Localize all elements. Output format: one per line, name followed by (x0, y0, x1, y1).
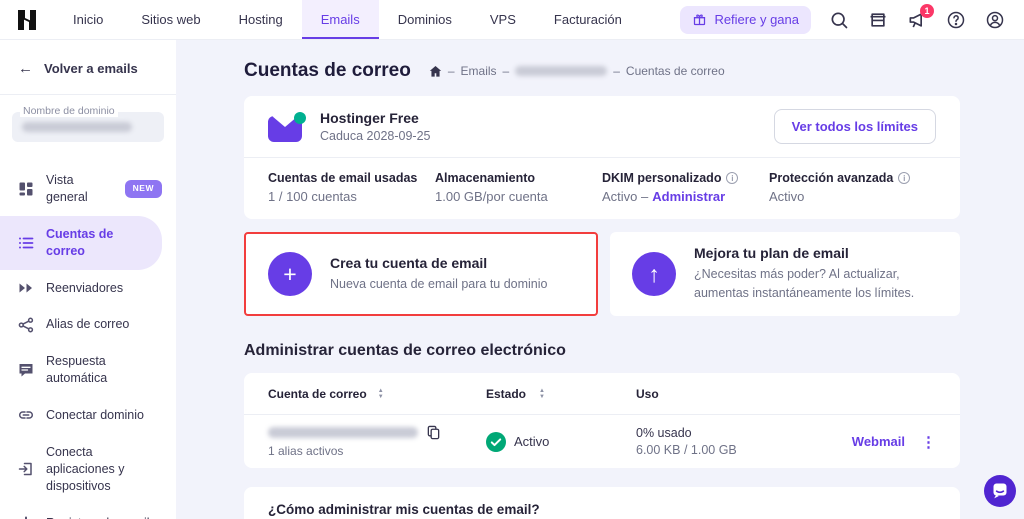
active-status-dot (294, 111, 306, 124)
list-icon (18, 235, 34, 251)
chat-widget-button[interactable] (984, 475, 1016, 507)
topbar-actions: Refiere y gana 1 (680, 0, 1024, 39)
view-all-limits-button[interactable]: Ver todos los límites (773, 109, 936, 144)
page-title: Cuentas de correo (244, 60, 411, 81)
nav-item-sitios-web[interactable]: Sitios web (122, 0, 219, 39)
table-header-row: Cuenta de correo ▲ ▼ Estado ▲ ▼ Uso (244, 373, 960, 414)
nav-item-emails[interactable]: Emails (301, 0, 379, 39)
usage-percent: 0% usado (636, 426, 692, 440)
sidebar: ← Volver a emails Nombre de dominio Vist… (0, 40, 176, 519)
dashboard-grid-icon (18, 181, 34, 197)
stat-email-accounts: Cuentas de email usadas 1 / 100 cuentas (268, 171, 418, 204)
domain-selector[interactable]: Nombre de dominio (12, 105, 164, 142)
info-icon[interactable]: i (898, 172, 911, 184)
arrow-left-icon: ← (18, 60, 33, 77)
sort-icon[interactable]: ▲ ▼ (378, 388, 384, 400)
upgrade-plan-card[interactable]: ↑ Mejora tu plan de email ¿Necesitas más… (610, 232, 960, 316)
usage-detail: 6.00 KB / 1.00 GB (636, 443, 737, 457)
plan-overview-card: Hostinger Free Caduca 2028-09-25 Ver tod… (244, 96, 960, 219)
account-icon[interactable] (984, 9, 1006, 31)
logs-chart-icon (18, 515, 34, 519)
stat-storage: Almacenamiento 1.00 GB/por cuenta (435, 171, 548, 204)
dkim-administrar-link[interactable]: Administrar (652, 189, 725, 204)
search-icon[interactable] (828, 9, 850, 31)
help-icon[interactable] (945, 9, 967, 31)
sidebar-item-respuesta-automatica[interactable]: Respuesta automática (0, 343, 176, 397)
help-card-title: ¿Cómo administrar mis cuentas de email? (244, 487, 960, 519)
announcements-icon[interactable]: 1 (906, 3, 934, 31)
email-plan-icon (268, 111, 306, 142)
main-content: Cuentas de correo – Emails – – Cuentas d… (176, 40, 1024, 519)
column-header-account[interactable]: Cuenta de correo ▲ ▼ (268, 387, 486, 401)
link-icon (18, 407, 34, 423)
email-accounts-table: Cuenta de correo ▲ ▼ Estado ▲ ▼ Uso 1 al… (244, 373, 960, 468)
check-circle-icon (486, 431, 506, 452)
redacted-email-address (268, 427, 418, 438)
new-badge: NEW (124, 180, 162, 198)
stat-advanced-protection: Protección avanzada i Activo (769, 171, 936, 204)
home-icon[interactable] (429, 65, 442, 78)
plan-expiry: Caduca 2028-09-25 (320, 129, 431, 143)
sidebar-item-conectar-dominio[interactable]: Conectar dominio (0, 397, 176, 434)
breadcrumb-current: Cuentas de correo (625, 64, 725, 78)
sidebar-item-alias-de-correo[interactable]: Alias de correo (0, 306, 176, 343)
nav-item-vps[interactable]: VPS (471, 0, 535, 39)
email-account-row: 1 alias activos Activo 0% usado 6.00 KB … (244, 414, 960, 468)
apps-devices-icon (18, 461, 34, 477)
sidebar-menu: Vista general NEW Cuentas de correo Reen… (0, 152, 176, 519)
plan-name: Hostinger Free (320, 110, 419, 126)
sort-icon[interactable]: ▲ ▼ (539, 388, 545, 400)
notification-badge: 1 (920, 3, 934, 18)
column-header-usage: Uso (636, 386, 659, 401)
nav-item-facturacion[interactable]: Facturación (535, 0, 641, 39)
nav-item-inicio[interactable]: Inicio (54, 0, 122, 39)
sidebar-item-reenviadores[interactable]: Reenviadores (0, 270, 176, 307)
nav-item-hosting[interactable]: Hosting (220, 0, 302, 39)
alias-count: 1 alias activos (268, 444, 344, 458)
stat-dkim: DKIM personalizado i Activo – Administrar (602, 171, 769, 204)
sidebar-item-cuentas-de-correo[interactable]: Cuentas de correo (0, 215, 162, 270)
breadcrumb: – Emails – – Cuentas de correo (429, 64, 725, 78)
accounts-section-title: Administrar cuentas de correo electrónic… (244, 342, 566, 359)
store-icon[interactable] (867, 9, 889, 31)
column-header-status[interactable]: Estado ▲ ▼ (486, 387, 636, 401)
kebab-menu-icon[interactable]: ⋮ (921, 433, 936, 451)
forward-icon (18, 280, 34, 296)
hostinger-logo[interactable] (0, 0, 54, 39)
breadcrumb-emails[interactable]: Emails (461, 64, 497, 78)
sidebar-item-registros-de-email[interactable]: Registros de email (0, 505, 176, 519)
copy-icon[interactable] (426, 425, 441, 440)
nav-item-dominios[interactable]: Dominios (379, 0, 471, 39)
plus-icon: + (268, 252, 312, 296)
info-icon[interactable]: i (726, 172, 739, 184)
sidebar-item-vista-general[interactable]: Vista general NEW (0, 162, 176, 216)
primary-nav: Inicio Sitios web Hosting Emails Dominio… (54, 0, 641, 39)
sidebar-item-conecta-aplicaciones[interactable]: Conecta aplicaciones y dispositivos (0, 434, 176, 505)
arrow-up-icon: ↑ (632, 252, 676, 296)
webmail-link[interactable]: Webmail (852, 434, 905, 449)
status-badge: Activo (514, 434, 550, 449)
redacted-breadcrumb-domain (515, 66, 608, 76)
redacted-domain-name (22, 122, 132, 132)
top-navbar: Inicio Sitios web Hosting Emails Dominio… (0, 0, 1024, 40)
auto-reply-icon (18, 362, 34, 378)
refer-and-earn-button[interactable]: Refiere y gana (680, 5, 811, 34)
domain-selector-label: Nombre de dominio (20, 105, 118, 117)
gift-icon (692, 12, 707, 27)
create-email-account-card[interactable]: + Crea tu cuenta de email Nueva cuenta d… (244, 232, 598, 316)
share-icon (18, 317, 34, 333)
back-to-emails-link[interactable]: ← Volver a emails (0, 40, 176, 95)
help-article-card: ¿Cómo administrar mis cuentas de email? … (244, 487, 960, 519)
